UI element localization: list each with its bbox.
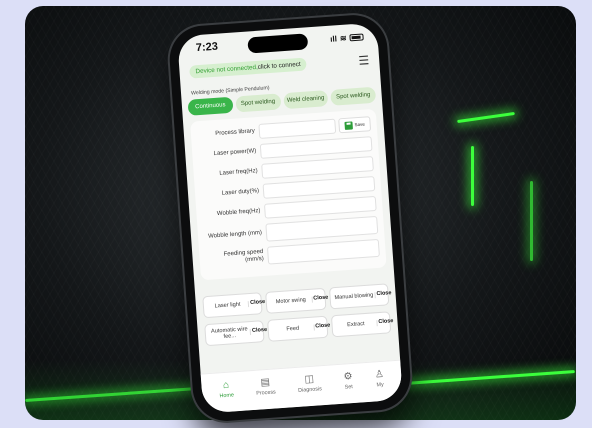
list-menu-icon[interactable]: ☰	[358, 53, 370, 68]
tab-spot-welding[interactable]: Spot welding	[235, 93, 281, 113]
process-library-select[interactable]	[258, 118, 337, 139]
control-state: Close	[249, 326, 268, 335]
wobble-freq-label: Wobble freq(Hz)	[216, 208, 261, 218]
feed-toggle[interactable]: Feed Close	[267, 315, 331, 342]
laser-power-label: Laser power(W)	[213, 148, 257, 158]
wifi-icon: ≋	[339, 33, 347, 43]
nav-label: Home	[219, 391, 235, 399]
process-icon: ▤	[260, 376, 271, 388]
nav-label: Set	[344, 383, 353, 391]
laser-power-input[interactable]	[259, 136, 373, 159]
feeding-speed-input[interactable]	[266, 238, 380, 265]
signal-icon: ıll	[329, 33, 338, 44]
process-library-label: Process library	[215, 128, 256, 138]
wobble-freq-input[interactable]	[263, 195, 377, 219]
extract-toggle[interactable]: Extract Close	[330, 311, 394, 338]
user-icon: ♙	[374, 368, 385, 380]
connect-action: click to connect	[257, 60, 301, 71]
laser-freq-input[interactable]	[261, 156, 374, 179]
laser-light-toggle[interactable]: Laser light Close	[202, 292, 266, 319]
control-state: Close	[248, 299, 266, 307]
nav-home[interactable]: ⌂ Home	[218, 379, 235, 399]
tab-spot-welding-2[interactable]: Spot welding	[330, 86, 377, 106]
control-state: Close	[376, 318, 394, 327]
wobble-length-input[interactable]	[265, 215, 379, 242]
phone-frame: 7:23 ıll ≋ Device not connected,click to…	[167, 12, 413, 424]
tab-weld-cleaning[interactable]: Weld cleaning	[282, 90, 329, 110]
bottom-navigation: ⌂ Home ▤ Process ◫ Diagnosis ⚙ Set ♙ My	[200, 359, 403, 414]
status-icons: ıll ≋	[330, 32, 364, 43]
save-label: Save	[354, 121, 365, 128]
app-screen: 7:23 ıll ≋ Device not connected,click to…	[177, 22, 403, 414]
control-label: Laser light	[214, 301, 241, 310]
laser-duty-input[interactable]	[262, 176, 376, 199]
nav-label: My	[376, 381, 384, 388]
nav-label: Diagnosis	[297, 385, 322, 394]
home-icon: ⌂	[222, 379, 230, 391]
feeding-speed-label: Feeding speed (mm/s)	[223, 249, 265, 264]
wobble-length-label: Wobble length (mm)	[207, 229, 263, 240]
green-glow-line	[471, 146, 474, 206]
motor-swing-toggle[interactable]: Motor swing Close	[265, 287, 329, 314]
control-state: Close	[311, 294, 329, 303]
parameter-form: Process library Save Laser power(W) Lase…	[190, 108, 387, 281]
laser-duty-label: Laser duty(%)	[221, 188, 260, 197]
control-state: Close	[313, 322, 331, 331]
control-label: Feed	[286, 325, 300, 333]
nav-my[interactable]: ♙ My	[374, 368, 385, 388]
status-time: 7:23	[195, 40, 219, 55]
settings-gear-icon: ⚙	[343, 370, 353, 383]
manual-blowing-toggle[interactable]: Manual blowing Close	[328, 283, 392, 310]
control-label: Automatic wire fee...	[210, 326, 248, 340]
diagnosis-icon: ◫	[304, 373, 315, 385]
control-toggles: Laser light Close Motor swing Close Manu…	[202, 283, 394, 347]
green-glow-line	[530, 181, 533, 261]
control-label: Manual blowing	[334, 292, 374, 302]
battery-icon	[349, 32, 364, 41]
save-button[interactable]: Save	[338, 116, 372, 134]
laser-freq-label: Laser freq(Hz)	[219, 168, 258, 177]
nav-label: Process	[256, 388, 276, 397]
tab-continuous[interactable]: Continuous	[187, 96, 234, 116]
control-label: Extract	[347, 320, 365, 329]
control-label: Motor swing	[275, 297, 307, 306]
automatic-wire-feed-toggle[interactable]: Automatic wire fee... Close	[204, 320, 268, 347]
connect-warning: Device not connected,	[195, 63, 258, 76]
save-floppy-icon	[344, 120, 353, 130]
nav-diagnosis[interactable]: ◫ Diagnosis	[297, 373, 322, 394]
connect-device-button[interactable]: Device not connected,click to connect	[189, 57, 308, 79]
control-state: Close	[374, 290, 392, 299]
nav-process[interactable]: ▤ Process	[255, 376, 276, 397]
nav-set[interactable]: ⚙ Set	[343, 370, 353, 391]
